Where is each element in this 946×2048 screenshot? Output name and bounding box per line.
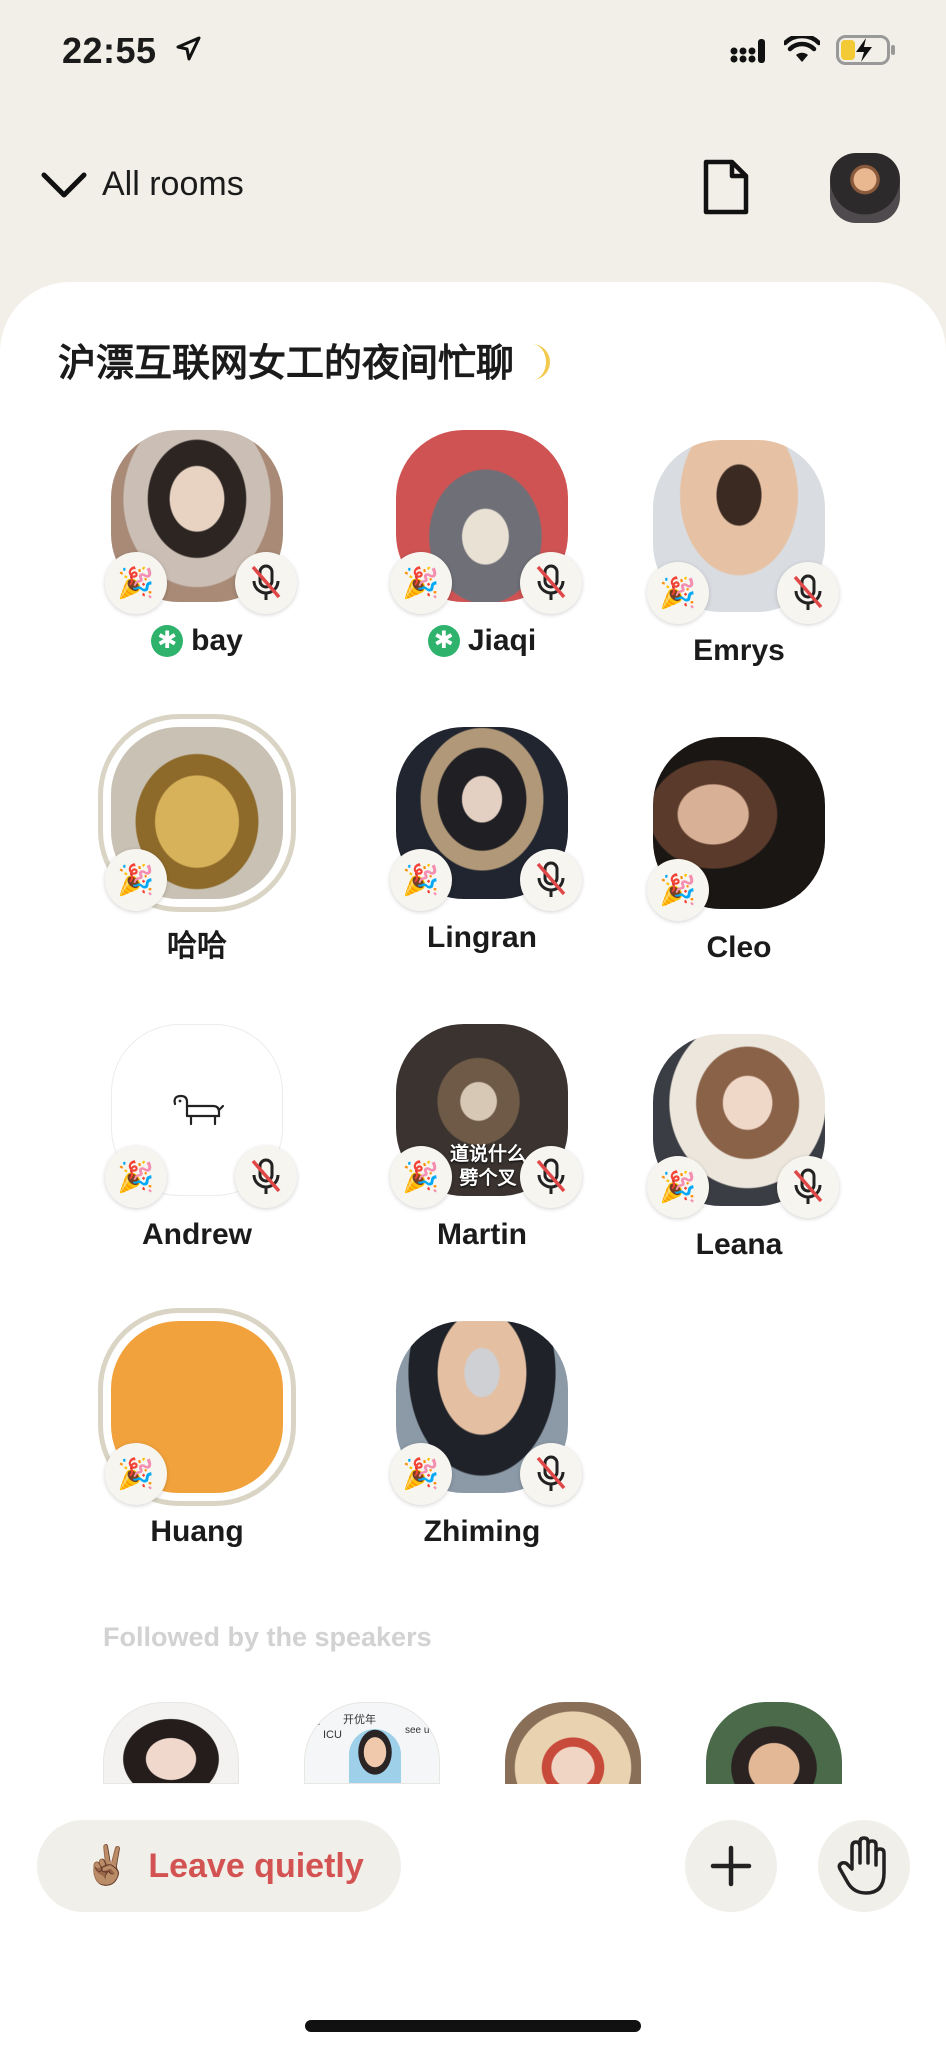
speaker-tile[interactable]: 🎉 Emrys bbox=[619, 440, 859, 680]
dog-icon bbox=[173, 1094, 225, 1126]
speaker-name: Cleo bbox=[619, 931, 859, 965]
mic-off-icon bbox=[520, 552, 582, 614]
location-arrow-icon bbox=[176, 36, 201, 61]
speaker-avatar-wrap: 🎉 bbox=[105, 430, 297, 614]
party-popper-icon: 🎉 bbox=[390, 849, 452, 911]
speaker-avatar-wrap: 🎉 bbox=[105, 1024, 297, 1208]
speaker-avatar-wrap: 🎉 bbox=[647, 1034, 839, 1218]
speaker-name: Andrew bbox=[77, 1218, 317, 1252]
speaker-tile[interactable]: 🎉 Zhiming bbox=[362, 1321, 602, 1561]
speaker-name-text: bay bbox=[191, 624, 243, 657]
mic-off-icon bbox=[520, 849, 582, 911]
moon-icon bbox=[532, 344, 551, 380]
new-user-icon: ✱ bbox=[151, 625, 184, 657]
speaker-name-text: Andrew bbox=[141, 1218, 252, 1251]
speaker-tile[interactable]: 🎉 哈哈 bbox=[77, 727, 317, 967]
party-popper-icon: 🎉 bbox=[105, 1146, 167, 1208]
home-indicator bbox=[305, 2020, 641, 2032]
speaker-avatar-wrap: 道说什么 劈个叉 🎉 bbox=[390, 1024, 582, 1208]
speaker-tile[interactable]: 🎉 Leana bbox=[619, 1034, 859, 1274]
mic-off-icon bbox=[777, 1156, 839, 1218]
speaker-name: Zhiming bbox=[362, 1515, 602, 1549]
profile-avatar[interactable] bbox=[830, 153, 900, 223]
party-popper-icon: 🎉 bbox=[105, 849, 167, 911]
speaker-name-text: Martin bbox=[437, 1218, 527, 1251]
signal-icon bbox=[730, 39, 765, 63]
speaker-name: Leana bbox=[619, 1228, 859, 1262]
speaker-name: Huang bbox=[77, 1515, 317, 1549]
room-title-text: 沪漂互联网女工的夜间忙聊 bbox=[58, 341, 515, 385]
chevron-down-icon bbox=[41, 172, 87, 197]
speaker-name: ✱ Jiaqi bbox=[362, 624, 602, 658]
speaker-name: Martin bbox=[362, 1218, 602, 1252]
speaker-name-text: Huang bbox=[150, 1515, 244, 1548]
speaker-tile[interactable]: 🎉 Lingran bbox=[362, 727, 602, 967]
follower-avatar-text: 开优年 bbox=[343, 1714, 376, 1726]
speaker-name-text: Emrys bbox=[693, 634, 785, 667]
avatar-caption: 道说什么 bbox=[450, 1143, 527, 1165]
wifi-icon bbox=[784, 36, 820, 62]
speaker-tile[interactable]: 🎉 Cleo bbox=[619, 737, 859, 977]
speaker-name: 哈哈 bbox=[77, 921, 317, 965]
speaker-name-text: Jiaqi bbox=[467, 624, 537, 657]
followed-by-speakers-heading: Followed by the speakers bbox=[103, 1622, 432, 1652]
speaker-avatar-wrap: 🎉 bbox=[647, 440, 839, 624]
room-title: 沪漂互联网女工的夜间忙聊 bbox=[58, 332, 551, 387]
status-bar: 22:55 bbox=[0, 0, 946, 110]
leave-quietly-button[interactable]: ✌🏽 Leave quietly bbox=[37, 1820, 401, 1912]
follower-avatar-text: see u bbox=[405, 1725, 430, 1736]
raise-hand-button[interactable] bbox=[818, 1820, 910, 1912]
speaker-name-text: 哈哈 bbox=[167, 930, 227, 963]
speaker-tile[interactable]: 🎉 Huang bbox=[77, 1321, 317, 1561]
speaker-name-text: Cleo bbox=[706, 931, 772, 964]
mic-off-icon bbox=[520, 1146, 582, 1208]
all-rooms-label: All rooms bbox=[102, 165, 244, 203]
party-popper-icon: 🎉 bbox=[105, 552, 167, 614]
speaker-name-text: Lingran bbox=[427, 921, 537, 954]
mic-off-icon bbox=[520, 1443, 582, 1505]
raise-hand-icon bbox=[837, 1836, 886, 1895]
speaker-tile[interactable]: 🎉 ✱ bay bbox=[77, 430, 317, 670]
follower-avatar-text: ou bbox=[309, 1717, 321, 1728]
speaker-avatar-wrap: 🎉 bbox=[390, 430, 582, 614]
leave-quietly-label: Leave quietly bbox=[148, 1846, 364, 1885]
speaker-name-text: Leana bbox=[695, 1228, 783, 1261]
speaker-name-text: Zhiming bbox=[423, 1515, 541, 1548]
speaker-avatar-wrap: 🎉 bbox=[647, 737, 825, 921]
new-user-icon: ✱ bbox=[427, 625, 460, 657]
battery-charging-icon bbox=[836, 35, 895, 65]
party-popper-icon: 🎉 bbox=[647, 859, 709, 921]
add-button[interactable] bbox=[685, 1820, 777, 1912]
speaker-tile[interactable]: 🎉 Andrew bbox=[77, 1024, 317, 1264]
speaker-avatar-wrap: 🎉 bbox=[105, 1321, 283, 1505]
party-popper-icon: 🎉 bbox=[390, 1146, 452, 1208]
speaker-name: Lingran bbox=[362, 921, 602, 955]
party-popper-icon: 🎉 bbox=[105, 1443, 167, 1505]
speaker-name: Emrys bbox=[619, 634, 859, 668]
all-rooms-button[interactable]: All rooms bbox=[40, 165, 244, 204]
party-popper-icon: 🎉 bbox=[390, 552, 452, 614]
mic-off-icon bbox=[235, 1146, 297, 1208]
speaker-name: ✱ bay bbox=[77, 624, 317, 658]
avatar-caption: 劈个叉 bbox=[459, 1167, 517, 1189]
party-popper-icon: 🎉 bbox=[647, 562, 709, 624]
victory-hand-icon: ✌🏽 bbox=[83, 1845, 131, 1887]
speaker-avatar-wrap: 🎉 bbox=[105, 727, 283, 911]
speaker-avatar-wrap: 🎉 bbox=[390, 727, 582, 911]
follower-avatar-text: ICU bbox=[323, 1729, 342, 1741]
plus-icon bbox=[710, 1845, 752, 1887]
mic-off-icon bbox=[777, 562, 839, 624]
speaker-tile[interactable]: 道说什么 劈个叉 🎉 Martin bbox=[362, 1024, 602, 1264]
party-popper-icon: 🎉 bbox=[647, 1156, 709, 1218]
status-time: 22:55 bbox=[62, 30, 157, 71]
mic-off-icon bbox=[235, 552, 297, 614]
party-popper-icon: 🎉 bbox=[390, 1443, 452, 1505]
document-icon[interactable] bbox=[702, 158, 750, 216]
bottom-bar: ✌🏽 Leave quietly bbox=[0, 1784, 946, 2048]
speaker-tile[interactable]: 🎉 ✱ Jiaqi bbox=[362, 430, 602, 670]
room-header: All rooms bbox=[0, 150, 946, 230]
speaker-avatar-wrap: 🎉 bbox=[390, 1321, 582, 1505]
